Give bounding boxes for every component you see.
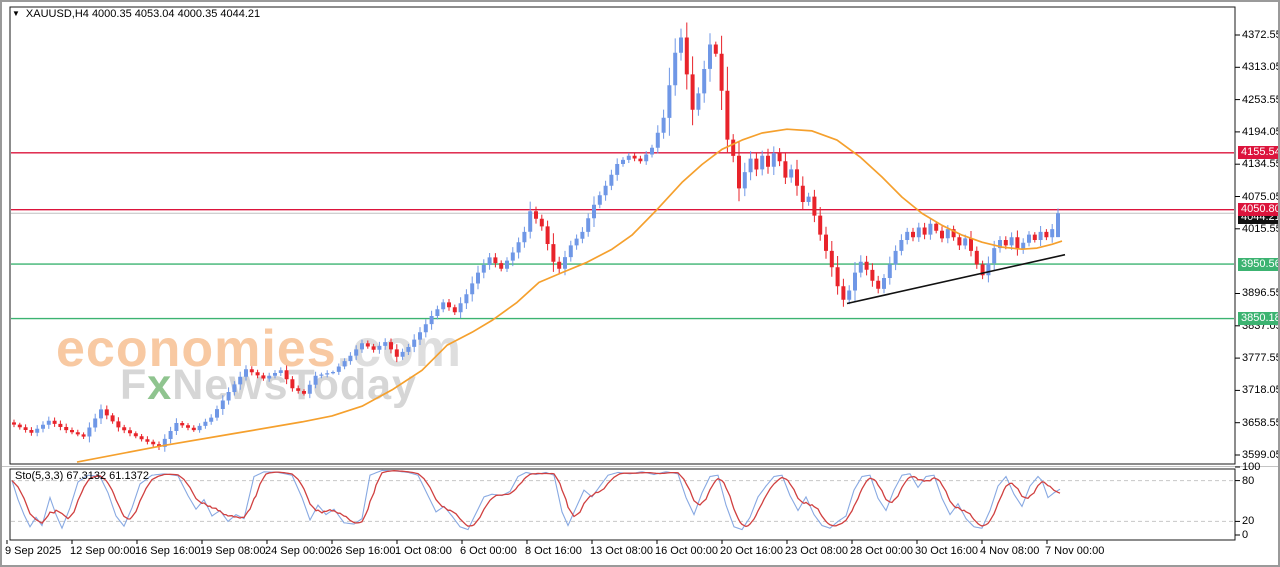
time-tick-label: 26 Sep 16:00 bbox=[330, 545, 395, 557]
time-tick-label: 20 Oct 16:00 bbox=[720, 545, 783, 557]
price-tick-label: 3896.55 bbox=[1242, 287, 1280, 299]
chart-window: economies.com FxNewsToday ▼XAUUSD,H4 400… bbox=[0, 0, 1280, 567]
time-tick-label: 23 Oct 08:00 bbox=[785, 545, 848, 557]
price-tick-label: 4253.55 bbox=[1242, 94, 1280, 106]
stochastic-scale-label: 0 bbox=[1242, 529, 1248, 541]
price-tick-label: 4372.55 bbox=[1242, 29, 1280, 41]
time-tick-label: 16 Sep 16:00 bbox=[135, 545, 200, 557]
time-tick-label: 9 Sep 2025 bbox=[5, 545, 61, 557]
price-chart-canvas[interactable] bbox=[2, 2, 1280, 567]
price-tick-label: 4075.05 bbox=[1242, 191, 1280, 203]
time-tick-label: 7 Nov 00:00 bbox=[1045, 545, 1104, 557]
time-tick-label: 1 Oct 08:00 bbox=[395, 545, 452, 557]
time-tick-label: 13 Oct 08:00 bbox=[590, 545, 653, 557]
support-level-badge: 3950.56 bbox=[1238, 258, 1280, 271]
time-tick-label: 16 Oct 00:00 bbox=[655, 545, 718, 557]
price-scale[interactable]: 4372.55 4313.05 4253.55 4194.05 4134.55 4075.… bbox=[1240, 2, 1280, 567]
time-tick-label: 8 Oct 16:00 bbox=[525, 545, 582, 557]
resistance-level-badge: 4155.54 bbox=[1238, 146, 1280, 159]
price-tick-label: 4134.55 bbox=[1242, 158, 1280, 170]
time-scale[interactable]: 9 Sep 2025 12 Sep 00:0016 Sep 16:0019 Sep… bbox=[2, 543, 1280, 563]
price-tick-label: 3658.55 bbox=[1242, 417, 1280, 429]
stochastic-scale-label: 100 bbox=[1242, 461, 1260, 473]
stochastic-scale-label: 20 bbox=[1242, 515, 1254, 527]
time-tick-label: 30 Oct 16:00 bbox=[915, 545, 978, 557]
price-tick-label: 3777.55 bbox=[1242, 352, 1280, 364]
time-tick-label: 12 Sep 00:00 bbox=[70, 545, 135, 557]
price-tick-label: 4313.05 bbox=[1242, 61, 1280, 73]
time-tick-label: 6 Oct 00:00 bbox=[460, 545, 517, 557]
time-tick-label: 28 Oct 00:00 bbox=[850, 545, 913, 557]
time-tick-label: 19 Sep 08:00 bbox=[200, 545, 265, 557]
price-tick-label: 4194.05 bbox=[1242, 126, 1280, 138]
price-tick-label: 3718.05 bbox=[1242, 384, 1280, 396]
support-level-badge: 3850.18 bbox=[1238, 312, 1280, 325]
stochastic-label: Sto(5,3,3) 67.3132 61.1372 bbox=[15, 470, 149, 482]
time-tick-label: 4 Nov 08:00 bbox=[980, 545, 1039, 557]
price-tick-label: 4015.55 bbox=[1242, 223, 1280, 235]
resistance-level-badge: 4050.80 bbox=[1238, 203, 1280, 216]
time-tick-label: 24 Sep 00:00 bbox=[265, 545, 330, 557]
price-tick-label: 3599.05 bbox=[1242, 449, 1280, 461]
stochastic-scale-label: 80 bbox=[1242, 475, 1254, 487]
